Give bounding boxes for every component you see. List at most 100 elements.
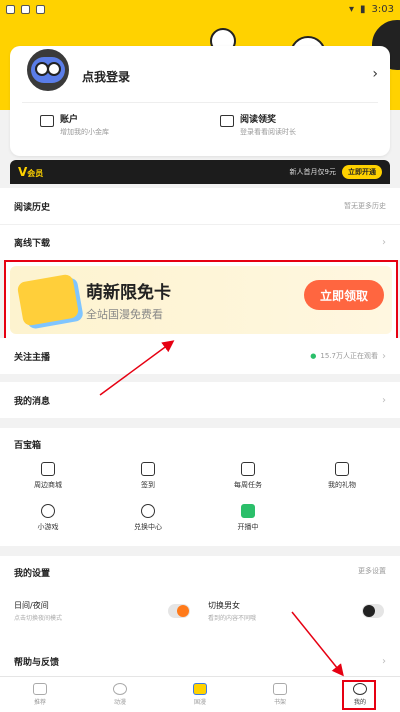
day-night-setting: 日间/夜间 点击切换夜间模式 <box>14 600 62 622</box>
star-icon <box>33 683 47 695</box>
avatar[interactable] <box>24 46 72 94</box>
grid-item-label: 我的礼物 <box>328 481 356 489</box>
grid-item-label: 每周任务 <box>234 481 262 489</box>
grid-item-label: 开播中 <box>237 523 259 531</box>
tab-label: 国漫 <box>193 699 206 706</box>
status-time: 3:03 <box>371 3 394 15</box>
more-settings-link[interactable]: 更多设置 <box>358 566 386 576</box>
my-messages-row[interactable]: 我的消息 › <box>0 382 400 418</box>
chevron-right-icon: › <box>382 350 386 362</box>
bookshelf-icon <box>273 683 287 695</box>
tab-bookshelf[interactable]: 书架 <box>240 677 320 712</box>
account-title: 账户 <box>60 115 79 125</box>
checkin-icon <box>141 462 155 476</box>
vip-bar[interactable]: V会员 新人首月仅9元 立即开通 <box>10 160 390 184</box>
gender-knob-icon <box>363 605 375 617</box>
help-feedback-row[interactable]: 帮助与反馈 › <box>0 646 400 676</box>
tab-label: 动漫 <box>113 699 126 706</box>
tab-recommend[interactable]: 推荐 <box>0 677 80 712</box>
promo-banner-highlight: 萌新限免卡 全站国漫免费看 立即领取 <box>4 260 398 340</box>
gift-icon <box>335 462 349 476</box>
day-night-subtitle: 点击切换夜间模式 <box>14 615 63 622</box>
comic-icon <box>193 683 207 695</box>
grid-item-checkin[interactable]: 签到 <box>108 462 188 490</box>
status-icons-right: ▾ ▮ 3:03 <box>349 4 394 15</box>
follow-streamer-hint: 15.7万人正在观看 <box>320 352 378 360</box>
grid-item-shop[interactable]: 周边商城 <box>8 462 88 490</box>
treasure-box-title: 百宝箱 <box>14 441 42 451</box>
follow-streamer-row[interactable]: 关注主播 ● 15.7万人正在观看 › <box>0 338 400 374</box>
reading-reward-title: 阅读领奖 <box>240 115 277 125</box>
tab-anime[interactable]: 动漫 <box>80 677 160 712</box>
reading-history-hint: 暂无更多历史 <box>344 202 386 210</box>
offline-download-row[interactable]: 离线下载 › <box>0 224 400 260</box>
settings-section: 我的设置 更多设置 日间/夜间 点击切换夜间模式 切换男女 看到的内容不同哦 <box>0 556 400 646</box>
avatar-face-icon <box>31 57 65 83</box>
wifi-icon: ▾ <box>348 3 355 15</box>
gift-icon <box>220 115 234 127</box>
grid-item-weekly-task[interactable]: 每周任务 <box>208 462 288 490</box>
notification-icon <box>36 4 45 14</box>
chevron-right-icon[interactable]: › <box>372 66 378 82</box>
coupon-card-icon <box>16 273 80 327</box>
exchange-icon <box>141 504 155 518</box>
tab-label: 书架 <box>273 699 286 706</box>
reading-reward-subtitle: 登录看看阅读时长 <box>240 128 296 136</box>
reading-reward-item[interactable]: 阅读领奖 登录看看阅读时长 <box>220 112 296 137</box>
day-night-toggle[interactable] <box>168 604 190 618</box>
calendar-icon <box>241 462 255 476</box>
live-icon <box>241 504 255 518</box>
status-icons-left <box>6 4 45 14</box>
gender-setting: 切换男女 看到的内容不同哦 <box>208 600 256 622</box>
wallet-icon <box>40 115 54 127</box>
divider <box>22 102 378 103</box>
grid-item-live[interactable]: 开播中 <box>208 504 288 532</box>
gender-subtitle: 看到的内容不同哦 <box>208 615 257 622</box>
vip-promo: 新人首月仅9元 <box>289 168 336 176</box>
claim-button[interactable]: 立即领取 <box>304 280 384 310</box>
promo-banner[interactable]: 萌新限免卡 全站国漫免费看 立即领取 <box>10 266 392 334</box>
grid-item-label: 小游戏 <box>37 523 59 531</box>
login-link[interactable]: 点我登录 <box>82 68 130 85</box>
tab-label: 推荐 <box>33 699 46 706</box>
follow-streamer-label: 关注主播 <box>14 352 51 363</box>
grid-item-exchange[interactable]: 兑换中心 <box>108 504 188 532</box>
gender-title: 切换男女 <box>208 601 240 610</box>
notification-icon <box>21 4 30 14</box>
sun-icon <box>177 605 189 617</box>
play-icon <box>113 683 127 695</box>
vip-logo: V会员 <box>18 165 44 179</box>
treasure-box-section: 百宝箱 周边商城 签到 每周任务 我的礼物 小游戏 兑换中心 开播中 <box>0 428 400 546</box>
notification-icon <box>6 4 15 14</box>
grid-item-minigame[interactable]: 小游戏 <box>8 504 88 532</box>
offline-download-label: 离线下载 <box>14 239 51 249</box>
grid-item-label: 周边商城 <box>34 481 62 489</box>
banner-title: 萌新限免卡 <box>86 283 171 303</box>
game-icon <box>41 504 55 518</box>
my-messages-label: 我的消息 <box>14 396 51 407</box>
profile-card[interactable]: 点我登录 › 账户 增加我的小金库 阅读领奖 登录看看阅读时长 <box>10 46 390 156</box>
chevron-right-icon: › <box>382 237 386 248</box>
vip-open-button[interactable]: 立即开通 <box>342 165 382 179</box>
status-bar: ▾ ▮ 3:03 <box>0 0 400 18</box>
grid-item-gifts[interactable]: 我的礼物 <box>302 462 382 490</box>
account-item[interactable]: 账户 增加我的小金库 <box>40 112 109 137</box>
day-night-title: 日间/夜间 <box>14 601 49 610</box>
live-indicator-icon: ● <box>310 352 317 360</box>
tab-guoman[interactable]: 国漫 <box>160 677 240 712</box>
gender-toggle[interactable] <box>362 604 384 618</box>
account-subtitle: 增加我的小金库 <box>60 128 109 136</box>
settings-title: 我的设置 <box>14 569 51 579</box>
grid-item-label: 兑换中心 <box>134 523 162 531</box>
banner-subtitle: 全站国漫免费看 <box>86 308 163 321</box>
tab-mine-highlight <box>342 680 376 710</box>
grid-item-label: 签到 <box>141 481 155 489</box>
battery-icon: ▮ <box>360 3 366 15</box>
reading-history-row[interactable]: 阅读历史 暂无更多历史 <box>0 188 400 224</box>
help-feedback-label: 帮助与反馈 <box>14 657 60 668</box>
reading-history-label: 阅读历史 <box>14 202 51 213</box>
bottom-nav: 推荐 动漫 国漫 书架 我的 <box>0 676 400 712</box>
chevron-right-icon: › <box>382 655 386 667</box>
chevron-right-icon: › <box>382 394 386 406</box>
cart-icon <box>41 462 55 476</box>
